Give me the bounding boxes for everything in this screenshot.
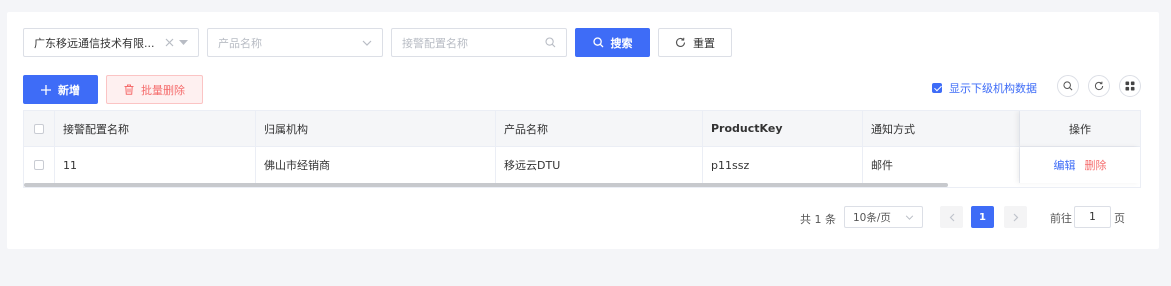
column-header-actions: 操作 bbox=[1020, 111, 1140, 146]
search-button[interactable]: 搜索 bbox=[575, 28, 650, 57]
trash-icon bbox=[124, 84, 134, 95]
row-select-cell bbox=[24, 147, 55, 183]
select-all-cell bbox=[24, 111, 55, 146]
search-icon bbox=[1063, 81, 1073, 91]
column-header-product-key: ProductKey bbox=[703, 111, 863, 146]
add-button[interactable]: 新增 bbox=[23, 75, 98, 104]
table-row: 11 佛山市经销商 移远云DTU p11ssz 邮件 编辑 删除 bbox=[24, 147, 1140, 183]
cell-actions: 编辑 删除 bbox=[1020, 147, 1140, 183]
search-icon bbox=[592, 37, 604, 48]
cell-product-key: p11ssz bbox=[703, 147, 863, 183]
column-settings-button[interactable] bbox=[1119, 75, 1141, 97]
chevron-down-icon bbox=[905, 214, 914, 220]
goto-label: 前往 bbox=[1050, 212, 1072, 225]
page-size-select[interactable]: 10条/页 bbox=[844, 206, 923, 228]
batch-delete-label: 批量删除 bbox=[141, 83, 185, 97]
reset-button[interactable]: 重置 bbox=[658, 28, 732, 57]
reset-button-label: 重置 bbox=[693, 36, 715, 50]
caret-down-icon bbox=[179, 39, 188, 46]
alarm-config-table: 接警配置名称 归属机构 产品名称 ProductKey 通知方式 操作 11 佛… bbox=[23, 110, 1141, 188]
page-size-value: 10条/页 bbox=[853, 211, 891, 224]
clear-icon[interactable] bbox=[165, 38, 174, 47]
column-header-product: 产品名称 bbox=[496, 111, 703, 146]
delete-link[interactable]: 删除 bbox=[1085, 157, 1107, 173]
refresh-icon bbox=[675, 37, 686, 48]
org-select-value: 广东移远通信技术有限... bbox=[34, 36, 155, 50]
search-icon bbox=[545, 37, 556, 48]
cell-notify: 邮件 bbox=[863, 147, 1020, 183]
alarm-name-input[interactable]: 接警配置名称 bbox=[391, 28, 567, 57]
row-checkbox[interactable] bbox=[34, 160, 44, 170]
chevron-left-icon bbox=[949, 213, 955, 222]
org-select[interactable]: 广东移远通信技术有限... bbox=[23, 28, 199, 57]
search-button-label: 搜索 bbox=[610, 36, 633, 50]
column-header-name: 接警配置名称 bbox=[55, 111, 256, 146]
product-select[interactable]: 产品名称 bbox=[207, 28, 383, 57]
prev-page-button[interactable] bbox=[940, 206, 963, 228]
select-all-checkbox[interactable] bbox=[34, 123, 44, 134]
edit-link[interactable]: 编辑 bbox=[1054, 157, 1076, 173]
refresh-icon bbox=[1094, 81, 1104, 91]
checkbox-checked-icon[interactable] bbox=[932, 83, 942, 93]
show-sub-orgs-toggle[interactable]: 显示下级机构数据 bbox=[932, 80, 1037, 96]
cell-org: 佛山市经销商 bbox=[256, 147, 496, 183]
chevron-down-icon bbox=[362, 40, 372, 46]
toggle-search-button[interactable] bbox=[1057, 75, 1079, 97]
show-sub-orgs-label: 显示下级机构数据 bbox=[949, 82, 1037, 95]
batch-delete-button[interactable]: 批量删除 bbox=[106, 75, 203, 104]
content-card: 广东移远通信技术有限... 产品名称 接警配置名称 搜索 重置 新增 批量删除 … bbox=[7, 12, 1159, 249]
goto-page-input[interactable]: 1 bbox=[1074, 206, 1111, 228]
chevron-right-icon bbox=[1013, 213, 1019, 222]
column-header-notify: 通知方式 bbox=[863, 111, 1020, 146]
cell-name: 11 bbox=[55, 147, 256, 183]
horizontal-scrollbar[interactable] bbox=[24, 183, 948, 187]
product-select-placeholder: 产品名称 bbox=[218, 36, 262, 50]
plus-icon bbox=[41, 84, 51, 95]
next-page-button[interactable] bbox=[1004, 206, 1027, 228]
alarm-name-placeholder: 接警配置名称 bbox=[402, 36, 468, 50]
page-number-current[interactable]: 1 bbox=[971, 206, 994, 228]
cell-product: 移远云DTU bbox=[496, 147, 703, 183]
grid-icon bbox=[1125, 81, 1135, 91]
goto-unit: 页 bbox=[1114, 212, 1125, 225]
column-header-org: 归属机构 bbox=[256, 111, 496, 146]
table-header: 接警配置名称 归属机构 产品名称 ProductKey 通知方式 操作 bbox=[24, 111, 1140, 147]
pagination-total: 共 1 条 bbox=[800, 213, 836, 226]
add-button-label: 新增 bbox=[58, 83, 80, 97]
refresh-button[interactable] bbox=[1088, 75, 1110, 97]
